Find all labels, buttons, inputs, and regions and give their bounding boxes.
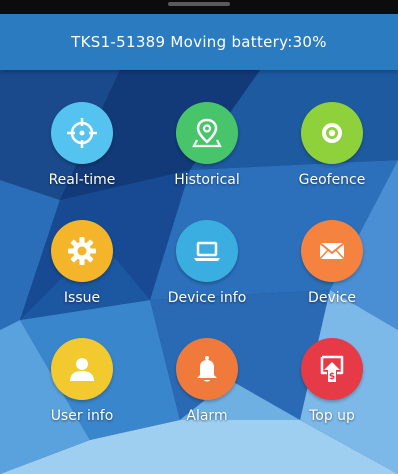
geofence-label: Geofence [298,172,366,188]
menu-issue[interactable]: Issue [22,220,142,330]
device-label: Device [308,290,356,306]
top-up-icon: $ [320,355,344,382]
issue-button[interactable] [51,220,113,282]
bell-icon [197,356,217,382]
realtime-label: Real-time [48,172,116,188]
top-up-button[interactable]: $ [301,338,363,400]
crosshair-icon [67,118,97,148]
envelope-icon [319,242,345,260]
top-bezel [0,0,398,14]
user-info-button[interactable] [51,338,113,400]
menu-device-info[interactable]: Device info [147,220,267,330]
user-icon [70,358,94,381]
status-header: TKS1-51389 Moving battery:30% [0,14,398,70]
device-info-button[interactable] [176,220,238,282]
device-status-text: TKS1-51389 Moving battery:30% [71,33,327,51]
issue-label: Issue [63,290,101,306]
alarm-button[interactable] [176,338,238,400]
historical-label: Historical [174,172,240,188]
user-info-label: User info [50,408,114,424]
historical-button[interactable] [176,102,238,164]
svg-text:$: $ [329,372,335,382]
home-screen: TKS1-51389 Moving battery:30% Real-time [0,0,398,474]
device-button[interactable] [301,220,363,282]
menu-top-up[interactable]: $ Top up [272,338,392,448]
alarm-label: Alarm [186,408,228,424]
target-circle-icon [322,123,342,143]
menu-realtime[interactable]: Real-time [22,102,142,212]
top-up-label: Top up [309,408,355,424]
bezel-notch [168,2,230,6]
device-info-label: Device info [167,290,247,306]
menu-alarm[interactable]: Alarm [147,338,267,448]
laptop-icon [194,241,220,261]
menu-device[interactable]: Device [272,220,392,330]
menu-historical[interactable]: Historical [147,102,267,212]
menu-geofence[interactable]: Geofence [272,102,392,212]
menu-user-info[interactable]: User info [22,338,142,448]
realtime-button[interactable] [51,102,113,164]
gear-icon [68,237,96,265]
map-pin-icon [192,118,222,148]
geofence-button[interactable] [301,102,363,164]
